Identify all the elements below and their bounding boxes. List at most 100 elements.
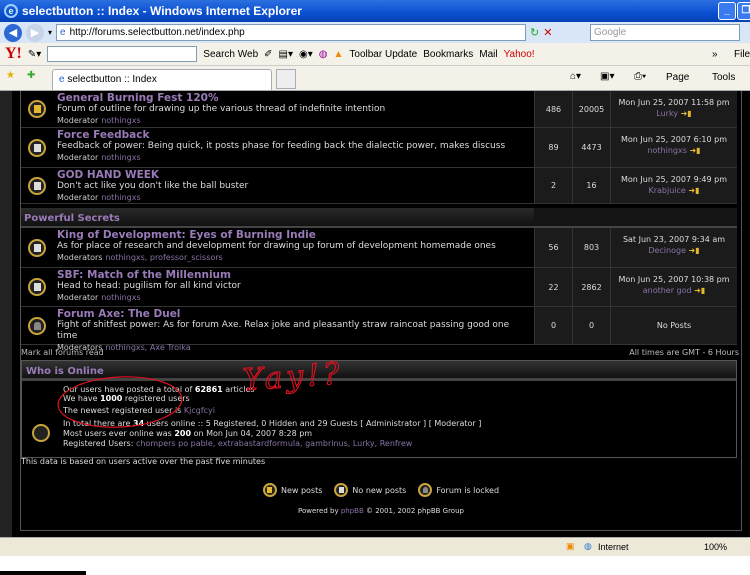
add-favorites-icon[interactable]: ✚ [27,70,35,81]
moderator-links[interactable]: nothingxs, professor_scissors [105,253,222,262]
ie-logo-icon: e [4,4,18,18]
more-button[interactable]: » [712,49,718,60]
view-latest-post-icon[interactable]: ➜▮ [689,246,700,255]
page-menu[interactable]: Page [666,72,689,83]
category-header[interactable]: Powerful Secrets [21,208,737,228]
file-menu[interactable]: File [734,49,750,60]
moderator-links[interactable]: nothingxs [101,293,140,302]
forum-name-link[interactable]: General Burning Fest 120% [57,92,530,104]
moderator-links[interactable]: nothingxs [101,153,140,162]
moderator-links[interactable]: nothingxs [101,193,140,202]
search-web-button[interactable]: Search Web [203,49,258,60]
refresh-icon[interactable]: ↻ [530,26,539,39]
favorites-star-icon[interactable]: ★ [6,70,15,81]
view-latest-post-icon[interactable]: ➜▮ [681,109,692,118]
last-post: Mon Jun 25, 2007 10:38 pm another god ➜▮ [610,268,737,306]
last-post-date: Sat Jun 23, 2007 9:34 am [622,235,726,244]
forum-row: Forum Axe: The Duel Fight of shitfest po… [21,307,737,352]
globe-icon[interactable]: ◉▾ [299,49,313,60]
tab-bar: ★ ✚ e selectbutton :: Index ⌂▾ ▣▾ ⎙▾ Pag… [0,66,750,91]
zoom-level[interactable]: 100% [704,542,727,552]
last-post: No Posts [610,307,737,344]
category-title[interactable]: Powerful Secrets [21,208,534,226]
locked-icon [418,483,433,497]
feeds-icon[interactable]: ▣▾ [600,71,614,82]
last-post: Sat Jun 23, 2007 9:34 am Decinoge ➜▮ [610,228,737,267]
topics-count: 89 [534,128,572,167]
popup-icon[interactable]: ▤▾ [279,49,293,60]
moderator-label: Moderator [57,116,99,125]
stop-icon[interactable]: ✕ [543,26,552,39]
forum-name-link[interactable]: King of Development: Eyes of Burning Ind… [57,229,530,241]
last-post-user[interactable]: Krabjuice [648,186,685,195]
last-post-user[interactable]: another god [643,286,692,295]
posts-count: 803 [572,228,610,267]
page-icon: e [60,27,66,38]
moderator-links[interactable]: nothingxs [101,116,140,125]
topics-count: 486 [534,91,572,127]
messenger-icon[interactable]: ◍ [319,49,328,60]
address-bar: ◀ ▶ ▾ e http://forums.selectbutton.net/i… [0,22,750,43]
warning-icon: ▲ [333,48,344,60]
no-new-posts-icon [28,278,46,296]
moderator-label: Moderators [57,253,103,262]
window-title: selectbutton :: Index - Windows Internet… [22,4,302,18]
minimize-button[interactable]: _ [718,2,736,20]
toolbar-update-button[interactable]: Toolbar Update [349,49,417,60]
security-zone: Internet [598,542,629,552]
last-post: Mon Jun 25, 2007 9:49 pm Krabjuice ➜▮ [610,168,737,203]
last-post-user[interactable]: Decinoge [648,246,686,255]
home-icon[interactable]: ⌂▾ [570,71,581,82]
url-input[interactable]: e http://forums.selectbutton.net/index.p… [56,24,527,41]
locked-icon [28,316,46,335]
who-is-online-panel: Who is Online Our users have posted a to… [21,360,737,458]
no-new-posts-icon [334,483,349,497]
no-new-posts-icon [28,238,46,257]
highlight-icon[interactable]: ✐ [264,49,272,60]
forum-description: As for place of research and development… [57,241,496,251]
back-button[interactable]: ◀ [4,23,22,42]
view-latest-post-icon[interactable]: ➜▮ [688,186,699,195]
restore-button[interactable]: ❐ [737,2,750,20]
no-new-posts-icon [28,138,46,157]
timezone-note: All times are GMT - 6 Hours [629,348,739,357]
phpbb-link[interactable]: phpBB [341,507,364,515]
tools-menu[interactable]: Tools [712,72,735,83]
last-post-date: Mon Jun 25, 2007 6:10 pm [621,135,727,144]
newest-user-link[interactable]: Kjcgfcyi [184,406,215,415]
tab-selectbutton[interactable]: e selectbutton :: Index [52,69,272,90]
forum-name-link[interactable]: GOD HAND WEEK [57,169,530,181]
search-input[interactable]: Google [590,24,740,41]
pencil-icon[interactable]: ✎▾ [28,49,41,60]
print-icon[interactable]: ⎙▾ [634,71,646,82]
last-post-user[interactable]: nothingxs [647,146,686,155]
last-post-user[interactable]: Lurky [656,109,678,118]
last-post-date: Mon Jun 25, 2007 11:58 pm [618,98,730,107]
moderator-label: Moderator [57,153,99,162]
yahoo-logo[interactable]: Y! [5,45,22,63]
history-dropdown[interactable]: ▾ [48,28,52,37]
new-tab-button[interactable] [276,69,296,89]
view-latest-post-icon[interactable]: ➜▮ [694,286,705,295]
view-latest-post-icon[interactable]: ➜▮ [689,146,700,155]
forum-name-link[interactable]: Force Feedback [57,129,530,141]
posts-count: 0 [572,307,610,344]
forum-row: General Burning Fest 120% Forum of outli… [21,91,737,128]
forward-button[interactable]: ▶ [26,23,44,42]
forum-name-link[interactable]: Forum Axe: The Duel [57,308,530,320]
yahoo-search-input[interactable] [47,46,198,62]
max-online-text: Most users ever online was 200 on Mon Ju… [63,429,313,438]
mark-all-read-link[interactable]: Mark all forums read [21,348,104,357]
last-post: Mon Jun 25, 2007 11:58 pm Lurky ➜▮ [610,91,737,127]
popup-blocked-icon[interactable]: ▣ [566,541,575,552]
topics-count: 56 [534,228,572,267]
posts-count: 16 [572,168,610,203]
forum-name-link[interactable]: SBF: Match of the Millennium [57,269,530,281]
internet-zone-icon: ◍ [584,541,592,551]
mail-button[interactable]: Mail [479,49,497,60]
forum-description: Feedback of power: Being quick, it posts… [57,141,506,151]
bookmarks-button[interactable]: Bookmarks [423,49,473,60]
moderator-links[interactable]: nothingxs, Axe Troika [105,343,190,352]
yahoo-button[interactable]: Yahoo! [504,49,535,60]
registered-users-text: We have 1000 registered users [63,394,190,403]
